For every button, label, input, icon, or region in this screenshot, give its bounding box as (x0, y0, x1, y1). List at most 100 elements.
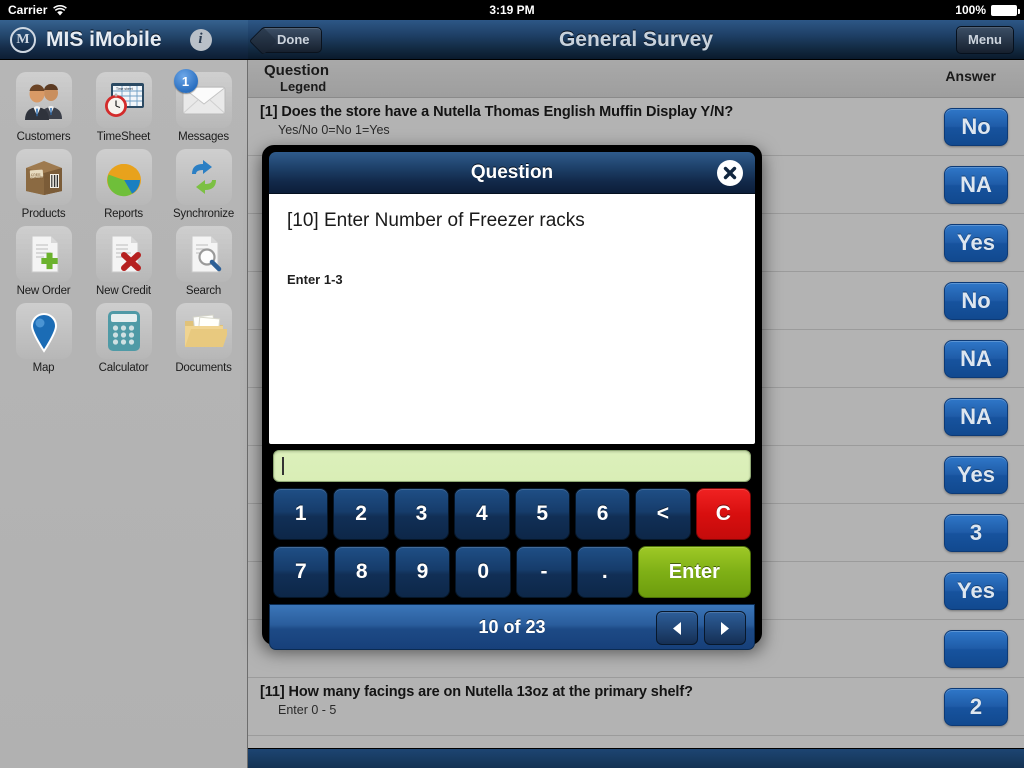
timesheet-icon: Time sheet (95, 72, 152, 128)
sidebar-item-map[interactable]: Map (4, 299, 84, 374)
map-pin-icon (15, 303, 72, 359)
sidebar-item-messages[interactable]: 1 Messages (164, 68, 244, 143)
customers-icon (15, 72, 72, 128)
arrow-left-icon (670, 621, 684, 636)
close-icon[interactable] (717, 160, 743, 186)
sidebar-item-customers[interactable]: Customers (4, 68, 84, 143)
sidebar-item-synchronize[interactable]: Synchronize (164, 145, 244, 220)
question-hint: Enter 0 - 5 (278, 703, 337, 717)
messages-icon: 1 (173, 69, 232, 128)
key-3[interactable]: 3 (393, 488, 450, 540)
key-enter[interactable]: Enter (637, 546, 752, 598)
key-2[interactable]: 2 (333, 488, 389, 540)
sidebar-item-label: New Credit (96, 285, 151, 297)
battery-icon (991, 4, 1020, 16)
sidebar-item-label: Search (185, 285, 222, 297)
new-credit-icon (95, 226, 152, 282)
answer-button[interactable]: Yes (944, 456, 1008, 494)
sidebar-icon-grid: Customers Time sheet TimeSheet 1 Message… (0, 60, 247, 374)
messages-badge: 1 (173, 69, 198, 93)
search-icon (175, 226, 232, 282)
key-5[interactable]: 5 (514, 488, 570, 540)
page-indicator: 10 of 23 (478, 616, 546, 637)
sidebar: M MIS iMobile i Customers Time sheet Tim… (0, 20, 248, 768)
done-button[interactable]: Done (260, 26, 322, 53)
sidebar-item-new-order[interactable]: New Order (4, 222, 84, 297)
key-minus[interactable]: - (516, 546, 572, 598)
answer-input-wrapper (269, 444, 755, 482)
previous-question-button[interactable] (656, 611, 698, 645)
dialog-header: Question (269, 152, 755, 194)
question-dialog: Question [10] Enter Number of Freezer ra… (262, 145, 762, 650)
bottom-toolbar (248, 748, 1024, 768)
app-logo-icon: M (10, 26, 36, 53)
page-title: General Survey (558, 27, 714, 51)
answer-button[interactable]: NA (944, 166, 1008, 204)
status-bar: Carrier 3:19 PM 100% (0, 0, 1024, 20)
keypad-row-1: 1 2 3 4 5 6 < C (273, 488, 751, 540)
answer-button[interactable]: 3 (944, 514, 1008, 552)
answer-button[interactable]: No (944, 108, 1008, 146)
dialog-nav-arrows (656, 611, 746, 645)
sidebar-item-calculator[interactable]: Calculator (84, 299, 164, 374)
answer-button[interactable]: NA (944, 398, 1008, 436)
documents-icon (175, 303, 232, 359)
sidebar-item-label: Synchronize (172, 208, 235, 220)
dialog-footer: 10 of 23 (269, 604, 755, 650)
info-icon[interactable]: i (189, 28, 212, 51)
sidebar-header: M MIS iMobile i (0, 20, 248, 60)
dialog-title: Question (470, 161, 554, 183)
sidebar-item-timesheet[interactable]: Time sheet TimeSheet (84, 68, 164, 143)
question-text: [1] Does the store have a Nutella Thomas… (260, 104, 734, 120)
reports-icon (95, 149, 152, 205)
key-8[interactable]: 8 (333, 546, 390, 598)
sidebar-item-reports[interactable]: Reports (84, 145, 164, 220)
sidebar-item-label: Products (21, 208, 66, 220)
key-clear[interactable]: C (695, 488, 751, 540)
key-6[interactable]: 6 (574, 488, 631, 540)
clock: 3:19 PM (489, 3, 535, 17)
sidebar-item-new-credit[interactable]: New Credit (84, 222, 164, 297)
column-header-question: Question (264, 62, 330, 79)
list-header: Question Legend Answer (248, 60, 1024, 98)
key-1[interactable]: 1 (273, 488, 329, 540)
navigation-bar: Done General Survey Menu (248, 20, 1024, 60)
answer-button[interactable]: 2 (944, 688, 1008, 726)
dialog-question-text: [10] Enter Number of Freezer racks (287, 210, 585, 231)
next-question-button[interactable] (704, 611, 746, 645)
arrow-right-icon (718, 621, 732, 636)
sidebar-item-label: Customers (16, 131, 71, 143)
key-backspace[interactable]: < (635, 488, 691, 540)
svg-text:Time sheet: Time sheet (116, 87, 133, 91)
dialog-question-hint: Enter 1-3 (287, 272, 343, 287)
sidebar-item-label: Reports (104, 208, 143, 220)
answer-button[interactable]: Yes (944, 224, 1008, 262)
sidebar-item-label: TimeSheet (96, 131, 151, 143)
answer-input[interactable] (273, 450, 751, 482)
sidebar-item-label: Map (32, 362, 55, 374)
sidebar-item-documents[interactable]: Documents (164, 299, 244, 374)
answer-button[interactable]: Yes (944, 572, 1008, 610)
key-4[interactable]: 4 (454, 488, 510, 540)
numeric-keypad: 1 2 3 4 5 6 < C 7 8 9 0 - . Enter (269, 482, 755, 598)
sidebar-item-search[interactable]: Search (164, 222, 244, 297)
answer-button[interactable]: No (944, 282, 1008, 320)
question-text: [11] How many facings are on Nutella 13o… (260, 684, 693, 700)
key-7[interactable]: 7 (273, 546, 329, 598)
table-row[interactable]: [11] How many facings are on Nutella 13o… (248, 678, 1024, 736)
products-icon: FREE SHIPPING (15, 149, 72, 205)
sidebar-item-label: New Order (16, 285, 71, 297)
answer-button[interactable]: NA (944, 340, 1008, 378)
sidebar-item-products[interactable]: FREE SHIPPING Products (4, 145, 84, 220)
key-decimal[interactable]: . (576, 546, 633, 598)
sidebar-item-label: Messages (178, 131, 229, 143)
key-9[interactable]: 9 (394, 546, 451, 598)
key-0[interactable]: 0 (455, 546, 512, 598)
dialog-question-panel: [10] Enter Number of Freezer racks Enter… (269, 194, 755, 444)
column-header-answer: Answer (945, 68, 996, 84)
new-order-icon (15, 226, 72, 282)
column-header-legend: Legend (280, 79, 327, 94)
text-caret (282, 457, 284, 475)
answer-button[interactable] (944, 630, 1008, 668)
calculator-icon (95, 303, 152, 359)
